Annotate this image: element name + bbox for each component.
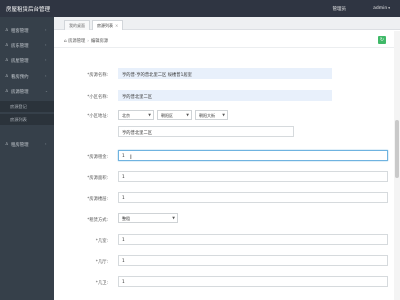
rent-field[interactable]: 1 [118,150,388,161]
sidebar-item-viewing[interactable]: ♙ 看房预约 ‹ [0,71,54,82]
user-icon: ♙ [5,73,9,78]
admin-link[interactable]: 管理员 [333,6,347,12]
top-bar: 房屋租赁后台管理 管理员 admin▾ [0,0,400,17]
address-detail-field[interactable]: 亨的普北里二区 [118,126,294,137]
app-title: 房屋租赁后台管理 [6,7,51,13]
user-icon: ♙ [5,88,9,93]
community-label: *小区名称: [87,95,108,100]
sidebar-item-label: 租客管理 [11,29,29,34]
sidebar-item-landlord[interactable]: ♙ 房东管理 ‹ [0,40,54,51]
tab-listing[interactable]: 房源列表 × [92,20,124,30]
home-icon: ⌂ [64,39,67,44]
district-value: 朝阳区 [161,113,173,118]
province-value: 北京 [122,113,130,118]
user-menu[interactable]: admin▾ [373,6,390,11]
tab-label: 房源列表 [97,23,113,28]
user-icon: ♙ [5,27,9,32]
user-name: admin [373,6,388,11]
text-cursor-icon: I [130,154,132,161]
floor-field[interactable]: 1 [118,192,388,203]
chevron-down-icon: ▼ [186,113,189,117]
bath-label: *几卫: [95,281,108,286]
house-name-field[interactable]: 亨的普·亨的普北里二区 绥楼普1居室 [118,68,332,79]
district-select[interactable]: 朝阳区 ▼ [157,110,192,120]
sidebar-subitem-label: 房源登记 [10,104,27,109]
scrollbar-thumb[interactable] [395,120,399,178]
floor-label: *房源楼层: [87,197,108,202]
rent-label: *房源租金: [87,155,108,160]
street-value: 朝阳大街 [199,113,215,118]
chevron-down-icon: ▼ [148,113,151,117]
sidebar-item-label: 房东管理 [11,44,29,49]
area-label: *房源面积: [87,176,108,181]
sidebar-subitem-label: 房源列表 [10,117,27,122]
breadcrumb-bar: ⌂ 房源管理 › 编辑房源 ↻ [54,30,400,48]
sidebar-item-label: 租房管理 [11,143,29,148]
breadcrumb-first[interactable]: 房源管理 [68,39,85,44]
rent-type-value: 整租 [122,216,130,221]
sidebar: ♙ 租客管理 ‹ ♙ 房东管理 ‹ ♙ 房屋管理 ‹ ♙ 看房预约 ‹ ♙ 房源… [0,17,54,300]
street-select[interactable]: 朝阳大街 ▼ [195,110,228,120]
hall-field[interactable]: 1 [118,255,388,266]
chevron-down-icon: ▼ [222,113,225,117]
user-icon: ♙ [5,141,9,146]
sidebar-item-tenant[interactable]: ♙ 租客管理 ‹ [0,25,54,36]
sidebar-item-label: 看房预约 [11,75,29,80]
user-icon: ♙ [5,42,9,47]
rent-type-label: *租赁方式: [87,218,108,223]
tab-desktop[interactable]: 我的桌面 [64,20,90,30]
sidebar-item-label: 房屋管理 [11,59,29,64]
chevron-left-icon: ‹ [45,142,47,146]
province-select[interactable]: 北京 ▼ [118,110,154,120]
chevron-left-icon: ‹ [45,74,47,78]
chevron-left-icon: ‹ [45,43,47,47]
refresh-button[interactable]: ↻ [378,36,386,44]
sidebar-subitem-register[interactable]: 房源登记 [0,101,54,112]
chevron-left-icon: ‹ [45,58,47,62]
bath-field[interactable]: 1 [118,276,388,287]
sidebar-item-rental[interactable]: ♙ 租房管理 ‹ [0,139,54,150]
address-label: *小区地址: [87,114,108,119]
area-field[interactable]: 1 [118,171,388,182]
tab-label: 我的桌面 [69,23,85,28]
tab-bar: 我的桌面 房源列表 × [54,17,400,30]
sidebar-item-listing[interactable]: ♙ 房源管理 ⌄ [0,86,54,97]
sidebar-item-label: 房源管理 [11,90,29,95]
refresh-icon: ↻ [379,37,385,43]
sidebar-item-house[interactable]: ♙ 房屋管理 ‹ [0,55,54,66]
house-name-label: *房源名称: [87,73,108,78]
breadcrumb-separator: › [87,39,90,44]
chevron-down-icon: ⌄ [45,89,48,93]
close-icon[interactable]: × [115,23,118,28]
room-label: *几室: [95,239,108,244]
chevron-down-icon: ▼ [172,216,175,220]
user-icon: ♙ [5,57,9,62]
room-field[interactable]: 1 [118,234,388,245]
breadcrumb-current: 编辑房源 [91,39,109,44]
breadcrumb: ⌂ 房源管理 › 编辑房源 [64,38,108,44]
chevron-down-icon: ▾ [388,6,390,10]
hall-label: *几厅: [95,260,108,265]
community-field[interactable]: 亨的普北里二区 [118,90,332,101]
chevron-left-icon: ‹ [45,28,47,32]
sidebar-subitem-list[interactable]: 房源列表 [0,114,54,125]
rent-type-select[interactable]: 整租 ▼ [118,213,178,223]
